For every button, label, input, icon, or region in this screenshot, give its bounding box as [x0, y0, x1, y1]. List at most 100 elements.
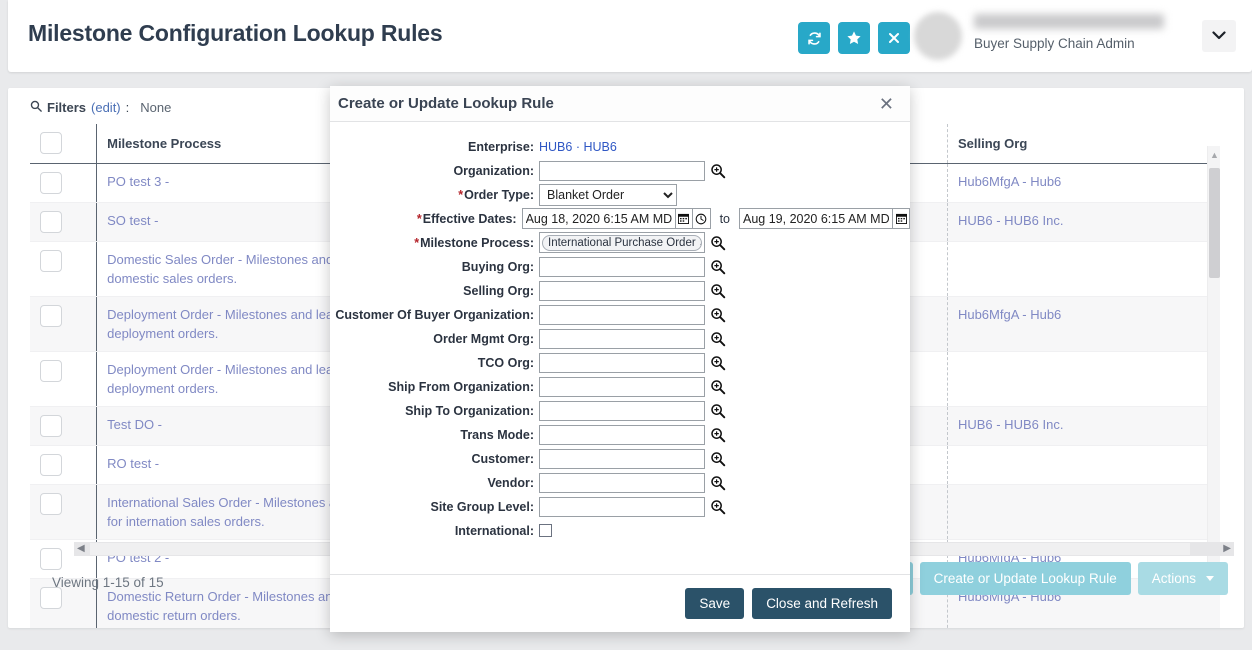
organization-lookup-icon[interactable] — [709, 162, 726, 179]
caret-down-icon — [1206, 576, 1214, 581]
record-count-label: Viewing 1-15 of 15 — [52, 575, 164, 590]
effective-date-from-input[interactable] — [522, 208, 675, 229]
dialog-close-icon[interactable]: ✕ — [875, 93, 898, 115]
trans-mode-lookup-icon[interactable] — [709, 426, 726, 443]
buying-org-input[interactable] — [539, 257, 705, 277]
user-meta: Buyer Supply Chain Admin — [974, 14, 1184, 51]
site-group-level-input[interactable] — [539, 497, 705, 517]
close-and-refresh-button[interactable]: Close and Refresh — [752, 588, 892, 619]
cell-selling-org — [947, 242, 1220, 297]
order-mgmt-org-input[interactable] — [539, 329, 705, 349]
favorite-button[interactable] — [838, 22, 870, 54]
order-mgmt-org-lookup-icon[interactable] — [709, 330, 726, 347]
row-checkbox[interactable] — [40, 360, 62, 382]
filters-colon: : — [126, 100, 130, 115]
ship-to-organization-input[interactable] — [539, 401, 705, 421]
organization-input[interactable] — [539, 161, 705, 181]
field-row-enterprise: Enterprise: HUB6 · HUB6 — [330, 136, 910, 157]
required-marker: * — [458, 188, 463, 202]
select-all-header — [30, 124, 97, 164]
clock-icon[interactable] — [693, 208, 711, 229]
token-remove-icon[interactable]: ✕ — [699, 236, 702, 249]
close-icon — [887, 31, 901, 45]
row-checkbox[interactable] — [40, 211, 62, 233]
row-checkbox[interactable] — [40, 548, 62, 570]
customer-input[interactable] — [539, 449, 705, 469]
cell-selling-org: HUB6 - HUB6 Inc. — [947, 203, 1220, 242]
order-type-select[interactable]: Blanket Order — [539, 184, 677, 206]
filters-label: Filters — [47, 100, 86, 115]
row-checkbox[interactable] — [40, 305, 62, 327]
row-checkbox[interactable] — [40, 493, 62, 515]
field-row-tco-org: TCO Org: — [330, 352, 910, 373]
field-row-buying-org: Buying Org: — [330, 256, 910, 277]
milestone-process-token[interactable]: International Purchase Order ✕ — [542, 235, 702, 251]
selling-org-input[interactable] — [539, 281, 705, 301]
site-group-level-lookup-icon[interactable] — [709, 498, 726, 515]
scroll-thumb-vertical[interactable] — [1209, 168, 1220, 278]
ship-from-organization-input[interactable] — [539, 377, 705, 397]
vendor-input[interactable] — [539, 473, 705, 493]
field-row-customer: Customer: — [330, 448, 910, 469]
create-or-update-lookup-rule-button[interactable]: Create or Update Lookup Rule — [920, 562, 1131, 595]
effective-date-to-input[interactable] — [739, 208, 892, 229]
ship-to-organization-lookup-icon[interactable] — [709, 402, 726, 419]
ship-from-organization-lookup-icon[interactable] — [709, 378, 726, 395]
scroll-right-icon[interactable]: ▶ — [1223, 543, 1231, 554]
filters-edit-link[interactable]: (edit) — [91, 100, 121, 115]
field-row-international: International: — [330, 520, 910, 541]
label-order-type-text: Order Type: — [464, 188, 534, 202]
label-ship-to-organization: Ship To Organization: — [330, 404, 539, 418]
cell-selling-org — [947, 485, 1220, 540]
row-checkbox[interactable] — [40, 250, 62, 272]
filters-value: None — [140, 100, 171, 115]
enterprise-value-link[interactable]: HUB6 · HUB6 — [539, 140, 617, 154]
label-milestone-process-text: Milestone Process: — [420, 236, 534, 250]
label-effective-dates-text: Effective Dates: — [423, 212, 517, 226]
scroll-up-icon[interactable]: ▲ — [1210, 150, 1219, 160]
token-label: International Purchase Order — [548, 237, 696, 249]
customer-lookup-icon[interactable] — [709, 450, 726, 467]
buying-org-lookup-icon[interactable] — [709, 258, 726, 275]
save-button[interactable]: Save — [685, 588, 744, 619]
selling-org-lookup-icon[interactable] — [709, 282, 726, 299]
select-all-checkbox[interactable] — [40, 132, 62, 154]
required-marker: * — [414, 236, 419, 250]
actions-label: Actions — [1152, 571, 1196, 586]
column-header-selling-org[interactable]: Selling Org — [947, 124, 1220, 164]
row-checkbox[interactable] — [40, 172, 62, 194]
vendor-lookup-icon[interactable] — [709, 474, 726, 491]
actions-dropdown-button[interactable]: Actions — [1138, 562, 1228, 595]
trans-mode-input[interactable] — [539, 425, 705, 445]
row-checkbox[interactable] — [40, 415, 62, 437]
field-row-selling-org: Selling Org: — [330, 280, 910, 301]
customer-of-buyer-organization-input[interactable] — [539, 305, 705, 325]
milestone-process-lookup-icon[interactable] — [709, 234, 726, 251]
create-or-update-lookup-rule-dialog: Create or Update Lookup Rule ✕ Enterpris… — [330, 86, 910, 632]
label-site-group-level: Site Group Level: — [330, 500, 539, 514]
milestone-process-token-field[interactable]: International Purchase Order ✕ — [539, 232, 705, 253]
row-checkbox[interactable] — [40, 454, 62, 476]
refresh-button[interactable] — [798, 22, 830, 54]
field-row-vendor: Vendor: — [330, 472, 910, 493]
field-row-order-type: *Order Type: Blanket Order — [330, 184, 910, 205]
dialog-title: Create or Update Lookup Rule — [338, 95, 875, 112]
label-enterprise: Enterprise: — [330, 140, 539, 154]
row-checkbox[interactable] — [40, 587, 62, 609]
international-checkbox[interactable] — [539, 524, 552, 537]
tco-org-lookup-icon[interactable] — [709, 354, 726, 371]
user-menu[interactable]: Buyer Supply Chain Admin — [914, 8, 1244, 64]
label-effective-dates: *Effective Dates: — [330, 212, 522, 226]
filters-bar: Filters (edit): None — [30, 100, 171, 115]
tco-org-input[interactable] — [539, 353, 705, 373]
close-view-button[interactable] — [878, 22, 910, 54]
calendar-icon[interactable] — [675, 208, 693, 229]
customer-of-buyer-organization-lookup-icon[interactable] — [709, 306, 726, 323]
effective-date-from-group — [522, 208, 711, 229]
user-menu-toggle[interactable] — [1202, 20, 1236, 52]
calendar-icon[interactable] — [892, 208, 910, 229]
cell-selling-org: HUB6 - HUB6 Inc. — [947, 407, 1220, 446]
scroll-left-icon[interactable]: ◀ — [77, 543, 85, 554]
field-row-effective-dates: *Effective Dates: to — [330, 208, 910, 229]
table-vertical-scrollbar[interactable]: ▲ ▼ — [1207, 146, 1220, 594]
